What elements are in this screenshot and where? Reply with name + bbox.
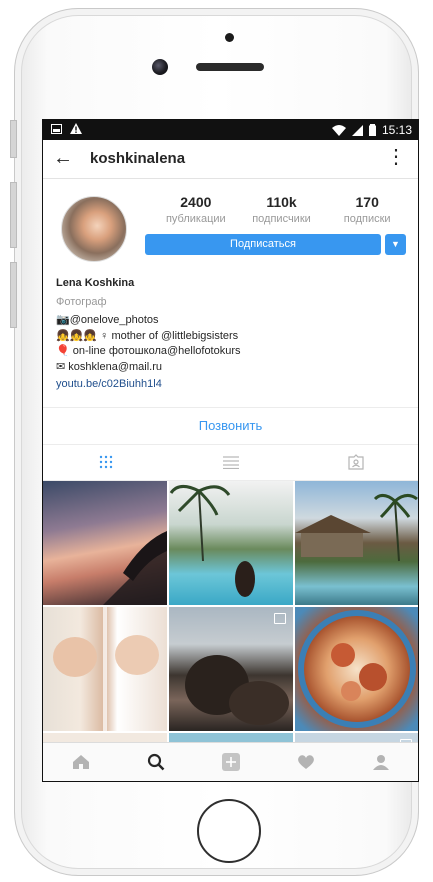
heart-icon bbox=[297, 755, 314, 769]
volume-down-button bbox=[10, 262, 17, 328]
bio-link[interactable]: youtu.be/c02Biuhh1l4 bbox=[56, 377, 406, 393]
stat-following-label: подписки bbox=[343, 213, 391, 225]
profile-header: ← koshkinalena ⋮ bbox=[43, 140, 418, 179]
grid-photo[interactable] bbox=[295, 481, 418, 605]
nav-search[interactable] bbox=[118, 743, 193, 781]
grid-photo[interactable] bbox=[43, 607, 167, 731]
follow-button[interactable]: Подписаться bbox=[145, 234, 381, 255]
camera-emoji-icon: 📷 bbox=[56, 314, 70, 326]
palm-silhouette bbox=[103, 531, 167, 605]
stat-following-value: 170 bbox=[355, 194, 379, 210]
status-time: 15:13 bbox=[381, 123, 412, 137]
profile-stats: 2400 публикации 110k подписчики 170 подп… bbox=[153, 194, 410, 225]
earpiece-speaker bbox=[196, 63, 264, 71]
home-icon bbox=[72, 755, 89, 769]
call-button[interactable]: Позвонить bbox=[43, 407, 418, 445]
stat-posts-value: 2400 bbox=[180, 194, 212, 210]
status-bar: 15:13 bbox=[43, 120, 418, 140]
tab-tagged[interactable] bbox=[293, 444, 418, 480]
full-name: Lena Koshkina bbox=[56, 277, 135, 289]
profile-tabs bbox=[43, 444, 418, 481]
home-button[interactable] bbox=[197, 799, 261, 863]
grid-photo[interactable] bbox=[169, 607, 293, 731]
grid-photo[interactable] bbox=[169, 481, 293, 605]
wifi-icon bbox=[331, 124, 346, 136]
stat-followers-value: 110k bbox=[266, 194, 297, 210]
avatar[interactable] bbox=[61, 196, 127, 262]
nav-profile[interactable] bbox=[343, 743, 418, 781]
chevron-down-icon: ▼ bbox=[391, 239, 400, 249]
food-illustration bbox=[298, 610, 416, 728]
category-label: Фотограф bbox=[56, 295, 107, 308]
bottom-nav bbox=[43, 742, 418, 781]
tab-grid[interactable] bbox=[43, 444, 168, 480]
grid-photo[interactable] bbox=[295, 607, 418, 731]
back-arrow-icon[interactable]: ← bbox=[53, 147, 73, 170]
stat-posts-label: публикации bbox=[165, 213, 226, 225]
add-post-icon bbox=[221, 753, 240, 771]
grid-icon bbox=[99, 455, 112, 469]
stat-following[interactable]: 170 подписки bbox=[324, 194, 410, 225]
battery-icon bbox=[368, 124, 376, 136]
stat-posts[interactable]: 2400 публикации bbox=[153, 194, 239, 225]
front-sensor bbox=[225, 33, 234, 42]
mute-switch bbox=[10, 120, 17, 158]
warning-icon bbox=[70, 123, 82, 134]
screenshot-icon bbox=[51, 123, 62, 134]
more-options-icon[interactable]: ⋮ bbox=[386, 147, 406, 167]
tagged-icon bbox=[347, 454, 364, 470]
suggestions-dropdown-button[interactable]: ▼ bbox=[385, 234, 406, 255]
bio-line-1: @onelove_photos bbox=[69, 314, 159, 326]
stat-followers-label: подписчики bbox=[252, 213, 311, 225]
stat-followers[interactable]: 110k подписчики bbox=[239, 194, 325, 225]
girls-emoji-icon: 👧👧👧 bbox=[56, 329, 98, 342]
photo-grid bbox=[43, 481, 418, 753]
hair-silhouette bbox=[185, 655, 289, 725]
bio-line-4: koshklena@mail.ru bbox=[68, 360, 162, 373]
palm-silhouette bbox=[169, 485, 255, 597]
nav-activity[interactable] bbox=[268, 743, 343, 781]
bio-line-3: on-line фотошкола@hellofotokurs bbox=[72, 345, 241, 357]
profile-username: koshkinalena bbox=[90, 150, 186, 167]
search-icon bbox=[147, 753, 164, 771]
profile-bio: Lena Koshkina Фотограф 📷@onelove_photos … bbox=[56, 276, 406, 393]
profile-icon bbox=[372, 755, 389, 770]
signal-icon bbox=[351, 124, 363, 136]
babies-illustration bbox=[53, 607, 159, 731]
list-icon bbox=[222, 456, 239, 469]
villa-illustration bbox=[295, 494, 418, 562]
nav-home[interactable] bbox=[43, 743, 118, 781]
nav-add[interactable] bbox=[193, 743, 268, 781]
bio-line-2: ♀ mother of @littlebigsisters bbox=[100, 329, 239, 342]
tab-list[interactable] bbox=[168, 444, 293, 480]
app-screen: 15:13 ← koshkinalena ⋮ 2400 публикации 1… bbox=[42, 119, 419, 782]
front-camera bbox=[152, 59, 168, 75]
grid-photo[interactable] bbox=[43, 481, 167, 605]
balloon-emoji-icon: 🎈 bbox=[56, 345, 70, 357]
envelope-emoji-icon: ✉ bbox=[56, 360, 66, 373]
volume-up-button bbox=[10, 182, 17, 248]
